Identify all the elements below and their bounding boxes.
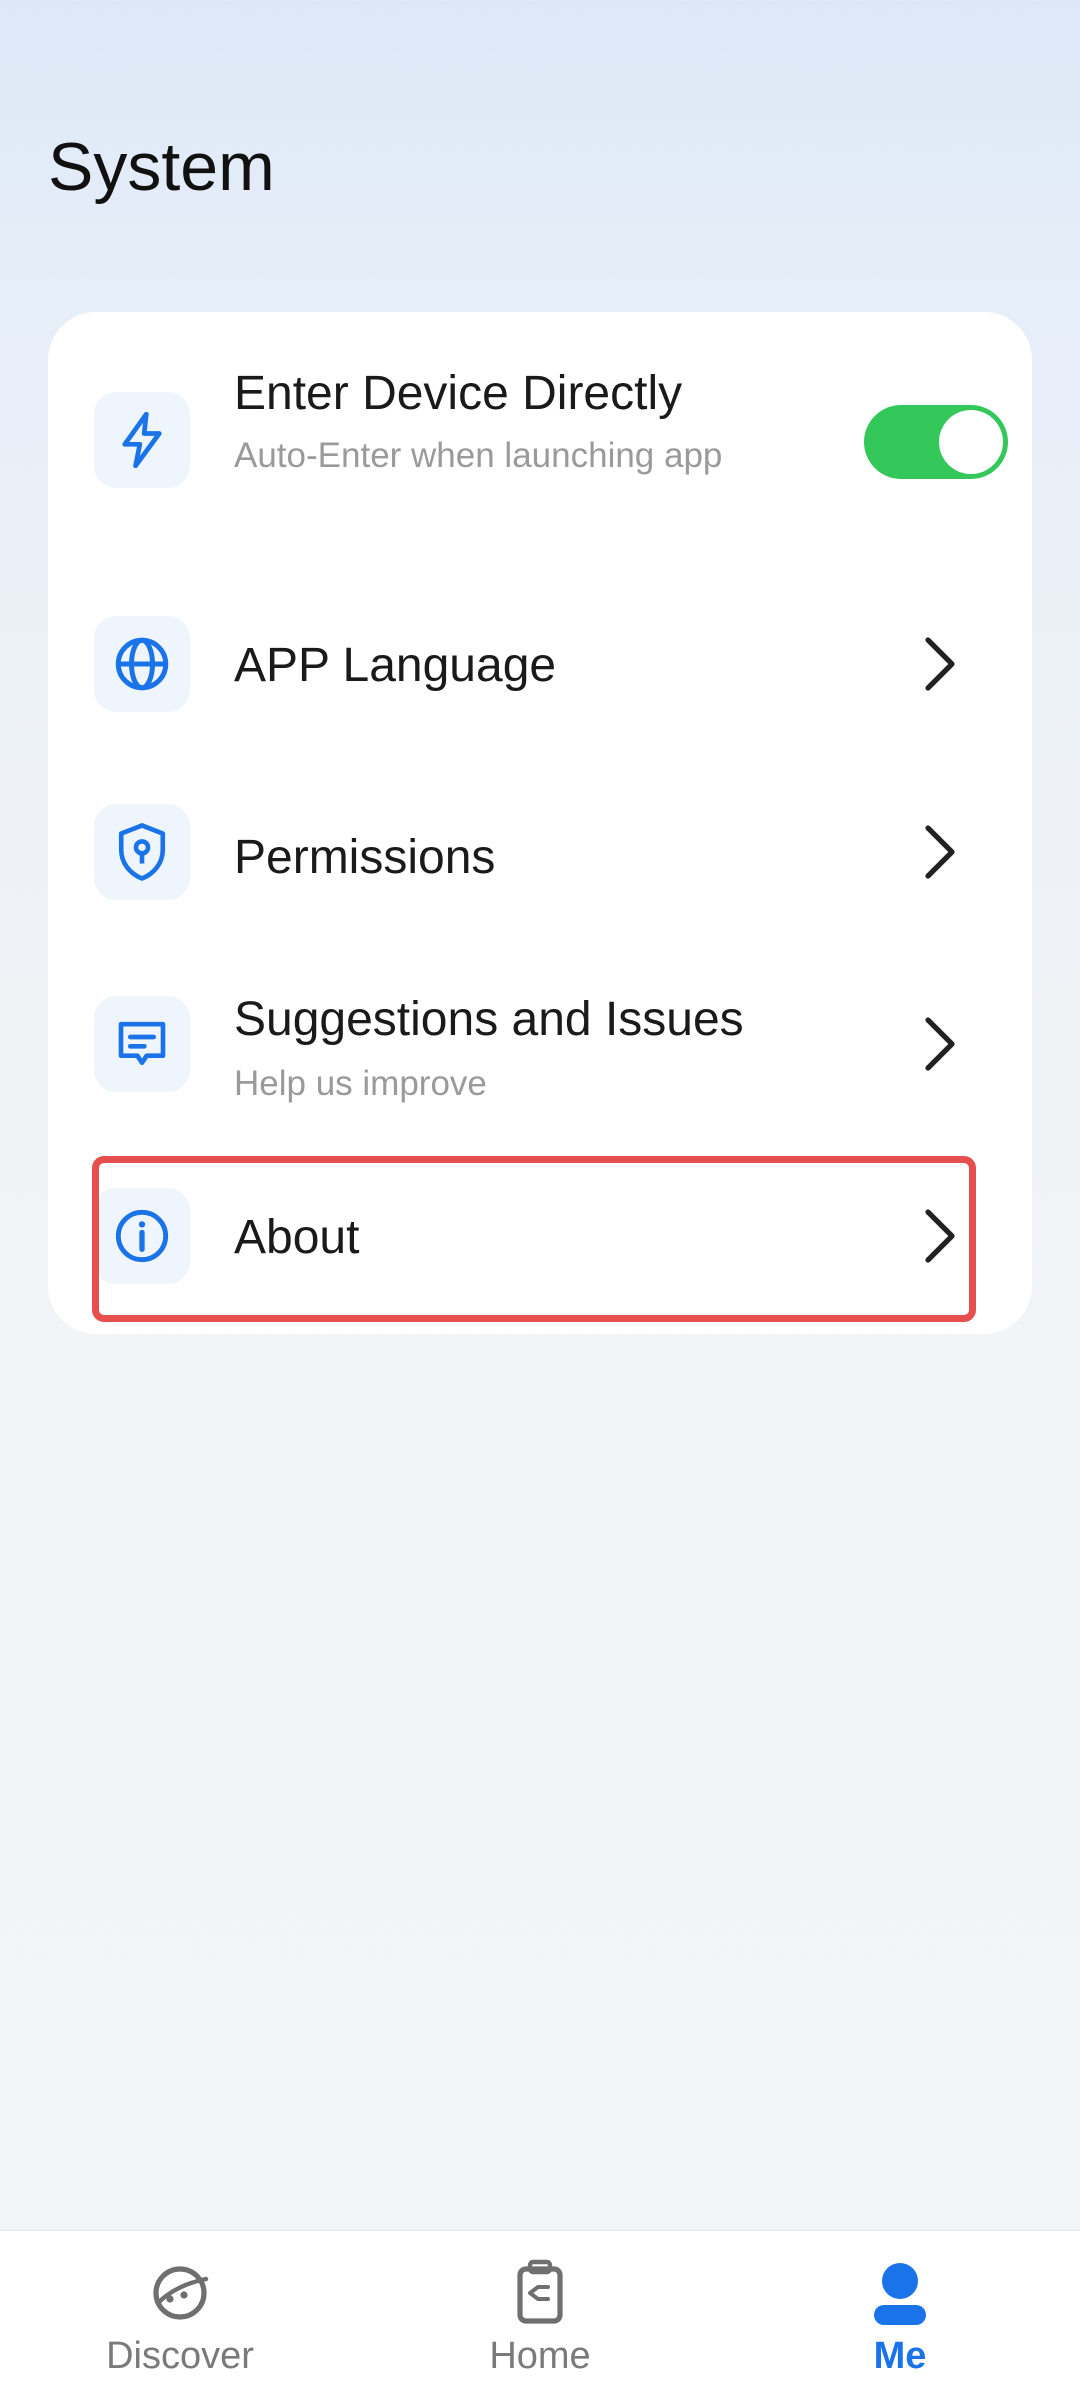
about-highlight-box xyxy=(92,1156,976,1322)
tab-discover-label: Discover xyxy=(106,2335,254,2377)
app-language-title: APP Language xyxy=(234,639,557,692)
tab-me[interactable]: Me xyxy=(770,2231,1030,2401)
permissions-row[interactable]: Permissions xyxy=(48,804,1032,952)
chevron-right-icon xyxy=(925,637,955,691)
shield-icon xyxy=(94,804,190,900)
enter-device-title: Enter Device Directly xyxy=(234,367,683,420)
globe-icon xyxy=(94,616,190,712)
feedback-icon xyxy=(94,996,190,1092)
chevron-right-icon xyxy=(925,1017,955,1071)
tab-home-label: Home xyxy=(489,2335,591,2377)
suggestions-subtitle: Help us improve xyxy=(234,1064,487,1103)
chevron-right-icon xyxy=(925,825,955,879)
app-language-row[interactable]: APP Language xyxy=(48,612,1032,760)
device-icon xyxy=(517,2259,563,2324)
page-title: System xyxy=(48,129,275,205)
lightning-icon xyxy=(94,392,190,488)
enter-device-row[interactable]: Enter Device Directly Auto-Enter when la… xyxy=(48,312,1032,522)
planet-icon xyxy=(153,2266,209,2320)
permissions-title: Permissions xyxy=(234,831,496,884)
tab-home[interactable]: Home xyxy=(410,2231,670,2401)
toggle-knob xyxy=(939,410,1003,474)
tab-me-label: Me xyxy=(873,2335,927,2377)
bottom-tab-bar: Discover Home Me xyxy=(0,2230,1080,2401)
suggestions-row[interactable]: Suggestions and Issues Help us improve xyxy=(48,992,1032,1152)
tab-discover[interactable]: Discover xyxy=(50,2231,310,2401)
enter-device-toggle[interactable] xyxy=(864,405,1008,479)
suggestions-title: Suggestions and Issues xyxy=(234,993,744,1046)
enter-device-subtitle: Auto-Enter when launching app xyxy=(234,436,723,475)
person-icon xyxy=(874,2263,926,2325)
